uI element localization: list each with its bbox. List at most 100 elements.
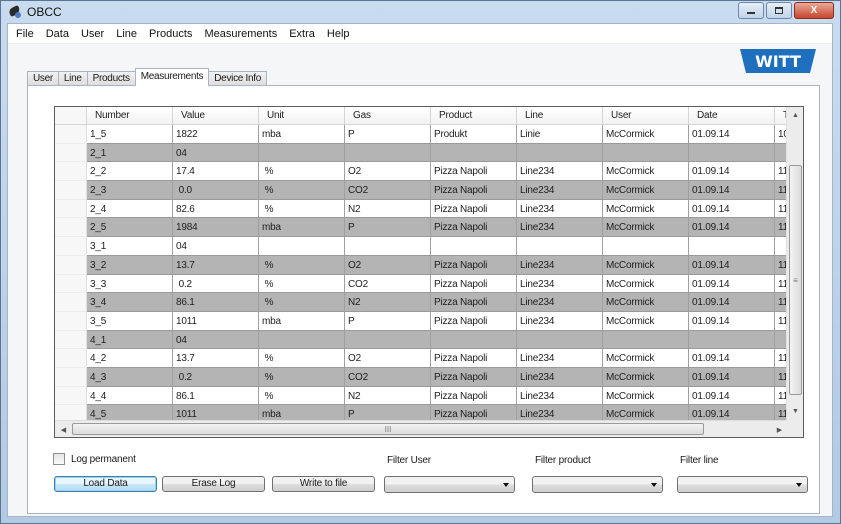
cell-unit[interactable] xyxy=(259,237,345,256)
cell-value[interactable]: 82.6 xyxy=(173,199,259,219)
cell-value[interactable]: 1011 xyxy=(173,311,259,331)
cell-date[interactable]: 01.09.14 xyxy=(689,311,775,331)
cell-line[interactable]: Line234 xyxy=(517,181,603,200)
cell-product[interactable]: Pizza Napoli xyxy=(431,293,517,312)
scroll-down-icon[interactable]: ▼ xyxy=(787,403,803,420)
cell-value[interactable]: 86.1 xyxy=(173,293,259,312)
row-header[interactable] xyxy=(55,311,87,331)
filter-product-dropdown[interactable] xyxy=(532,476,663,493)
row-header[interactable] xyxy=(55,237,87,256)
row-header[interactable] xyxy=(55,349,87,368)
cell-product[interactable] xyxy=(431,143,517,163)
cell-gas[interactable] xyxy=(345,237,431,256)
cell-gas[interactable]: CO2 xyxy=(345,181,431,200)
cell-product[interactable]: Pizza Napoli xyxy=(431,367,517,387)
table-row[interactable]: 2_5 1984 mba P Pizza Napoli Line234 McCormick 0… xyxy=(55,218,803,238)
cell-line[interactable]: Line234 xyxy=(517,274,603,294)
cell-user[interactable] xyxy=(603,237,689,256)
tab-user[interactable]: User xyxy=(27,71,59,86)
cell-value[interactable]: 0.2 xyxy=(173,274,259,294)
cell-user[interactable]: McCormick xyxy=(603,386,689,406)
cell-unit[interactable]: % xyxy=(259,349,345,368)
cell-unit[interactable]: mba xyxy=(259,125,345,144)
cell-gas[interactable]: N2 xyxy=(345,386,431,406)
cell-date[interactable] xyxy=(689,237,775,256)
table-row[interactable]: 3_1 04 xyxy=(55,237,803,256)
tab-device-info[interactable]: Device Info xyxy=(208,71,267,86)
tab-measurements[interactable]: Measurements xyxy=(134,68,210,86)
horizontal-scroll-thumb[interactable]: III xyxy=(72,423,704,435)
tab-line[interactable]: Line xyxy=(57,71,88,86)
cell-user[interactable] xyxy=(603,330,689,350)
cell-number[interactable]: 1_5 xyxy=(87,125,173,144)
cell-gas[interactable]: P xyxy=(345,311,431,331)
minimize-button[interactable] xyxy=(738,2,764,19)
table-row[interactable]: 4_1 04 xyxy=(55,330,803,350)
cell-gas[interactable]: P xyxy=(345,125,431,144)
cell-number[interactable]: 2_3 xyxy=(87,181,173,200)
column-header-number[interactable]: Number xyxy=(87,107,173,125)
menu-help[interactable]: Help xyxy=(321,28,356,40)
table-row[interactable]: 4_4 86.1 % N2 Pizza Napoli Line234 McCormick 0… xyxy=(55,386,803,406)
table-row[interactable]: 2_3 0.0 % CO2 Pizza Napoli Line234 McCormick… xyxy=(55,181,803,200)
cell-unit[interactable]: % xyxy=(259,162,345,182)
cell-value[interactable]: 1984 xyxy=(173,218,259,238)
row-header[interactable] xyxy=(55,330,87,350)
table-row[interactable]: 3_2 13.7 % O2 Pizza Napoli Line234 McCormick 0… xyxy=(55,255,803,275)
cell-product[interactable]: Pizza Napoli xyxy=(431,311,517,331)
row-header[interactable] xyxy=(55,125,87,144)
close-button[interactable]: X xyxy=(794,2,834,19)
cell-number[interactable]: 3_5 xyxy=(87,311,173,331)
cell-line[interactable]: Line234 xyxy=(517,162,603,182)
cell-value[interactable]: 13.7 xyxy=(173,255,259,275)
menu-file[interactable]: File xyxy=(10,28,40,40)
cell-number[interactable]: 3_1 xyxy=(87,237,173,256)
column-header-date[interactable]: Date xyxy=(689,107,775,125)
column-header-user[interactable]: User xyxy=(603,107,689,125)
cell-value[interactable]: 04 xyxy=(173,237,259,256)
table-row[interactable]: 4_2 13.7 % O2 Pizza Napoli Line234 McCormick 0… xyxy=(55,349,803,368)
row-header[interactable] xyxy=(55,218,87,238)
cell-product[interactable]: Pizza Napoli xyxy=(431,349,517,368)
cell-user[interactable]: McCormick xyxy=(603,367,689,387)
load-data-button[interactable]: Load Data xyxy=(54,476,157,492)
cell-unit[interactable]: % xyxy=(259,274,345,294)
horizontal-scrollbar[interactable]: ◀ III ▶ xyxy=(55,420,803,437)
cell-value[interactable]: 17.4 xyxy=(173,162,259,182)
cell-product[interactable] xyxy=(431,237,517,256)
checkbox-box[interactable] xyxy=(53,453,65,465)
vertical-scroll-thumb[interactable]: ≡ xyxy=(789,165,802,395)
column-header-line[interactable]: Line xyxy=(517,107,603,125)
cell-number[interactable]: 3_2 xyxy=(87,255,173,275)
cell-line[interactable]: Line234 xyxy=(517,311,603,331)
cell-number[interactable]: 2_2 xyxy=(87,162,173,182)
cell-product[interactable]: Pizza Napoli xyxy=(431,199,517,219)
row-header[interactable] xyxy=(55,274,87,294)
cell-gas[interactable] xyxy=(345,143,431,163)
cell-gas[interactable]: O2 xyxy=(345,255,431,275)
cell-value[interactable]: 04 xyxy=(173,143,259,163)
cell-date[interactable]: 01.09.14 xyxy=(689,349,775,368)
cell-unit[interactable]: % xyxy=(259,199,345,219)
cell-user[interactable] xyxy=(603,143,689,163)
table-row[interactable]: 1_5 1822 mba P Produkt Linie McCormick 01.09.14… xyxy=(55,125,803,144)
menu-products[interactable]: Products xyxy=(143,28,198,40)
cell-number[interactable]: 2_4 xyxy=(87,199,173,219)
cell-date[interactable]: 01.09.14 xyxy=(689,255,775,275)
cell-number[interactable]: 2_5 xyxy=(87,218,173,238)
tab-products[interactable]: Products xyxy=(86,71,136,86)
cell-gas[interactable]: CO2 xyxy=(345,274,431,294)
row-header[interactable] xyxy=(55,181,87,200)
column-header-gas[interactable]: Gas xyxy=(345,107,431,125)
cell-user[interactable]: McCormick xyxy=(603,218,689,238)
cell-number[interactable]: 2_1 xyxy=(87,143,173,163)
cell-value[interactable]: 13.7 xyxy=(173,349,259,368)
cell-product[interactable]: Pizza Napoli xyxy=(431,386,517,406)
cell-line[interactable] xyxy=(517,237,603,256)
cell-gas[interactable]: N2 xyxy=(345,199,431,219)
cell-gas[interactable]: CO2 xyxy=(345,367,431,387)
maximize-button[interactable] xyxy=(766,2,792,19)
cell-gas[interactable]: P xyxy=(345,218,431,238)
cell-gas[interactable] xyxy=(345,330,431,350)
menu-line[interactable]: Line xyxy=(110,28,143,40)
